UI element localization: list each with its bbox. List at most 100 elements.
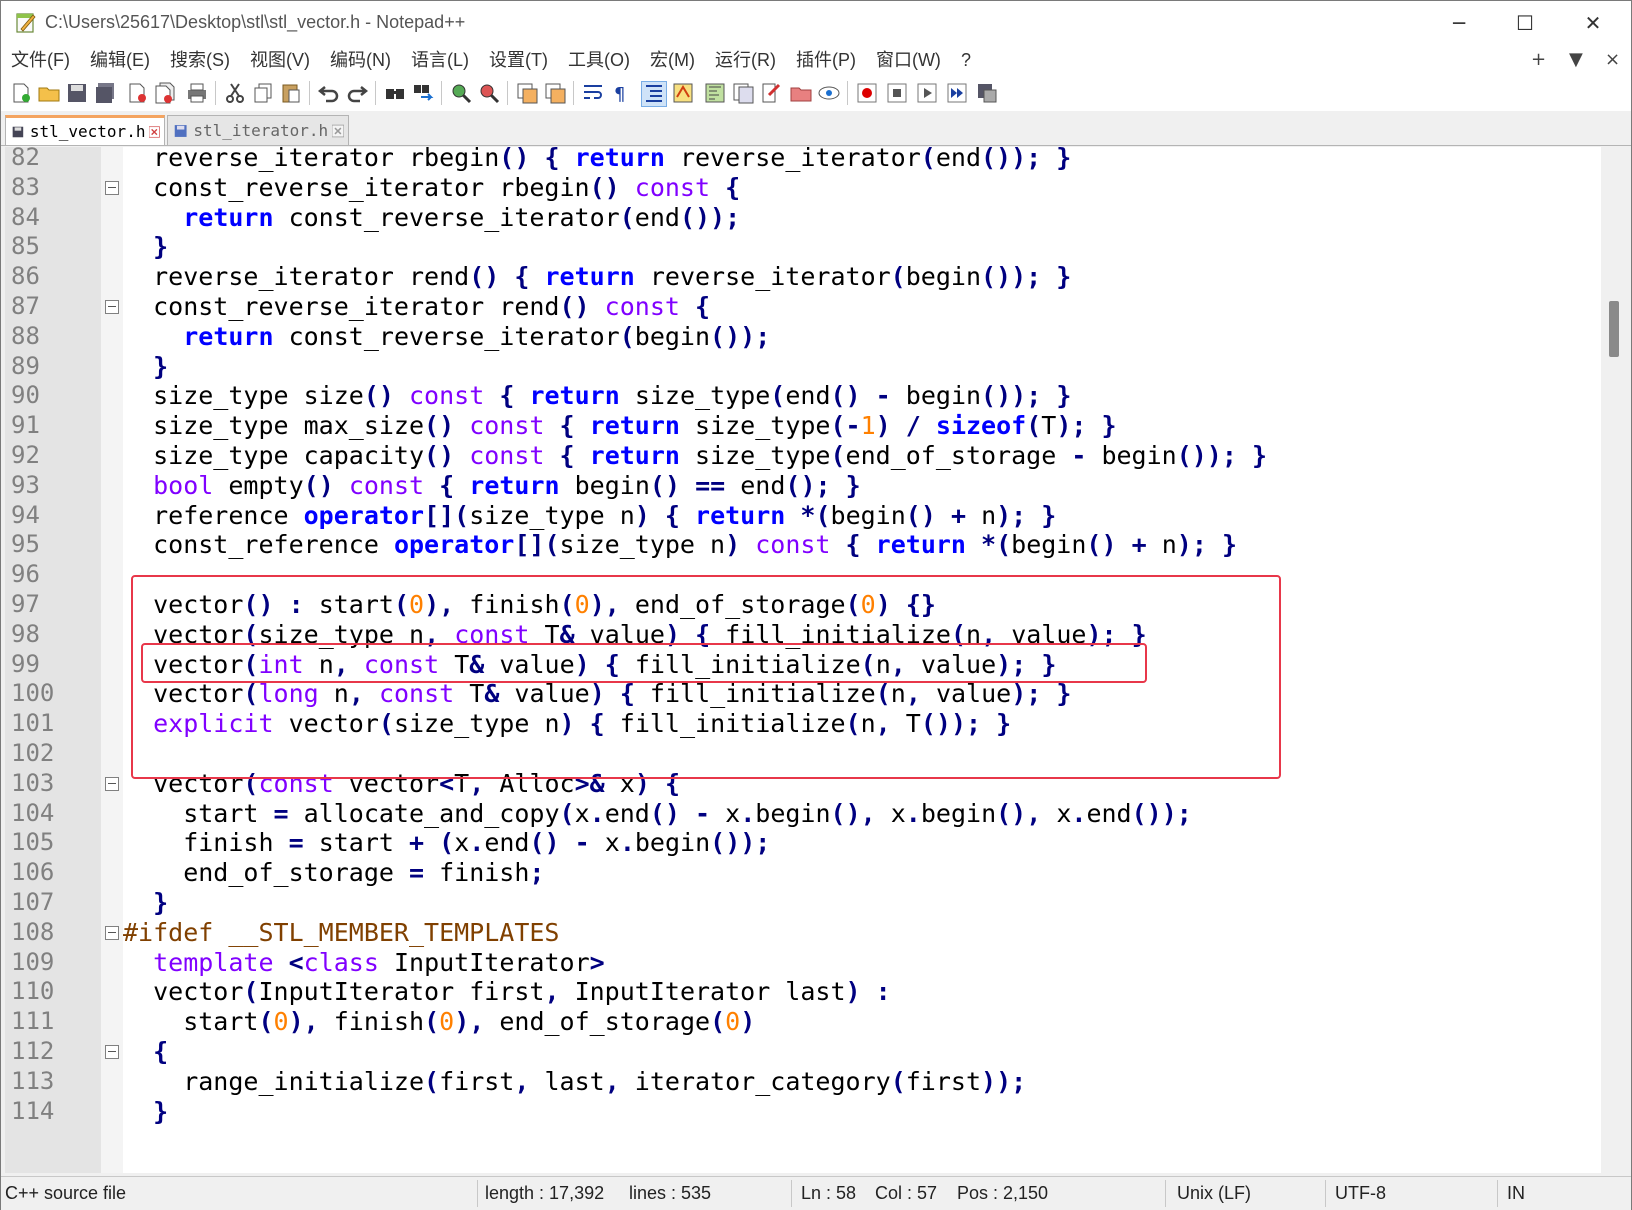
line-number[interactable]: 103 [11,768,91,799]
line-number[interactable]: 114 [11,1096,91,1127]
code-line[interactable]: { [123,1036,168,1067]
line-number[interactable]: 108 [11,917,91,948]
record-macro-icon[interactable] [855,81,879,105]
menu-edit[interactable]: 编辑(E) [80,45,160,75]
close-window-button[interactable]: ✕ [1561,5,1625,41]
code-line[interactable]: bool empty() const { return begin() == e… [123,470,861,501]
code-line[interactable]: reference operator[](size_type n) { retu… [123,500,1056,531]
zoom-out-icon[interactable] [477,81,501,105]
status-encoding[interactable]: UTF-8 [1335,1177,1386,1210]
fold-toggle-icon[interactable] [105,925,119,940]
line-number[interactable]: 101 [11,708,91,739]
code-line[interactable]: const_reverse_iterator rbegin() const { [123,172,740,203]
code-line[interactable]: reverse_iterator rend() { return reverse… [123,261,1071,292]
line-number[interactable]: 109 [11,947,91,978]
line-number[interactable]: 110 [11,976,91,1007]
fold-toggle-icon[interactable] [105,180,119,195]
menu-tools[interactable]: 工具(O) [558,45,640,75]
line-number[interactable]: 84 [11,202,91,233]
run-macro-multiple-icon[interactable] [945,81,969,105]
vertical-scrollbar[interactable] [1601,147,1629,1173]
menu-search[interactable]: 搜索(S) [160,45,240,75]
title-bar[interactable]: C:\Users\25617\Desktop\stl\stl_vector.h … [1,1,1631,45]
line-number[interactable]: 85 [11,231,91,262]
code-line[interactable]: start = allocate_and_copy(x.end() - x.be… [123,798,1192,829]
sync-vertical-icon[interactable] [515,81,539,105]
code-line[interactable]: end_of_storage = finish; [123,857,544,888]
line-number[interactable]: 112 [11,1036,91,1067]
save-icon[interactable] [65,81,89,105]
code-line[interactable]: const_reverse_iterator rend() const { [123,291,710,322]
line-number[interactable]: 82 [11,147,91,173]
line-number[interactable]: 91 [11,410,91,441]
line-number[interactable]: 102 [11,738,91,769]
scrollbar-thumb[interactable] [1609,301,1619,357]
new-tab-button[interactable]: + [1531,45,1546,75]
line-number[interactable]: 96 [11,559,91,590]
cut-icon[interactable] [223,81,247,105]
code-line[interactable]: vector(InputIterator first, InputIterato… [123,976,891,1007]
code-line[interactable]: } [123,231,168,262]
save-macro-icon[interactable] [975,81,999,105]
function-list-icon[interactable] [731,81,755,105]
line-number[interactable]: 94 [11,500,91,531]
folder-workspace-icon[interactable] [759,81,783,105]
menu-file[interactable]: 文件(F) [1,45,80,75]
line-number[interactable]: 98 [11,619,91,650]
line-number[interactable]: 113 [11,1066,91,1097]
code-line[interactable]: reverse_iterator rbegin() { return rever… [123,147,1071,173]
fold-toggle-icon[interactable] [105,300,119,314]
play-macro-icon[interactable] [915,81,939,105]
line-number[interactable]: 105 [11,827,91,858]
code-line[interactable]: range_initialize(first, last, iterator_c… [123,1066,1026,1097]
redo-icon[interactable] [345,81,369,105]
minimize-button[interactable]: ─ [1427,5,1491,41]
code-line[interactable]: template <class InputIterator> [123,947,605,978]
copy-icon[interactable] [251,81,275,105]
code-line[interactable]: return const_reverse_iterator(end()); [123,202,740,233]
paste-icon[interactable] [279,81,303,105]
close-icon[interactable] [125,81,149,105]
line-number[interactable]: 92 [11,440,91,471]
status-eol[interactable]: Unix (LF) [1177,1177,1251,1210]
zoom-in-icon[interactable] [449,81,473,105]
udl-icon[interactable] [671,81,695,105]
menu-settings[interactable]: 设置(T) [479,45,558,75]
indent-guide-icon[interactable] [641,81,667,107]
line-number[interactable]: 95 [11,529,91,560]
line-number[interactable]: 90 [11,380,91,411]
monitor-icon[interactable] [789,81,813,105]
menu-macro[interactable]: 宏(M) [640,45,705,75]
code-line[interactable]: size_type size() const { return size_typ… [123,380,1071,411]
line-number[interactable]: 100 [11,678,91,709]
line-number[interactable]: 88 [11,321,91,352]
find-icon[interactable] [383,81,407,105]
print-icon[interactable] [185,81,209,105]
tab-list-dropdown[interactable]: ▼ [1569,45,1583,75]
sync-horizontal-icon[interactable] [543,81,567,105]
status-insert-mode[interactable]: IN [1507,1177,1525,1210]
line-number[interactable]: 86 [11,261,91,292]
code-line[interactable]: return const_reverse_iterator(begin()); [123,321,770,352]
doc-map-icon[interactable] [703,81,727,105]
close-all-icon[interactable] [153,81,177,105]
menu-language[interactable]: 语言(L) [401,45,479,75]
close-icon[interactable] [332,123,344,139]
word-wrap-icon[interactable] [581,81,605,105]
line-number[interactable]: 87 [11,291,91,322]
save-all-icon[interactable] [93,81,117,105]
menu-run[interactable]: 运行(R) [705,45,786,75]
show-all-chars-icon[interactable]: ¶ [609,81,633,105]
open-file-icon[interactable] [37,81,61,105]
stop-macro-icon[interactable] [885,81,909,105]
menu-help[interactable]: ? [951,45,981,75]
tab-stl-iterator[interactable]: stl_iterator.h [167,115,349,145]
code-line[interactable]: finish = start + (x.end() - x.begin()); [123,827,770,858]
replace-icon[interactable] [411,81,435,105]
tab-stl-vector[interactable]: stl_vector.h [5,115,165,145]
line-number[interactable]: 111 [11,1006,91,1037]
code-editor[interactable]: 82 83 84 85 86 87 88 89 90 91 92 93 94 95 96 97 98 99 100 1… [5,147,1601,1173]
menu-window[interactable]: 窗口(W) [866,45,951,75]
line-number[interactable]: 104 [11,798,91,829]
code-line[interactable]: #ifdef __STL_MEMBER_TEMPLATES [123,917,560,948]
